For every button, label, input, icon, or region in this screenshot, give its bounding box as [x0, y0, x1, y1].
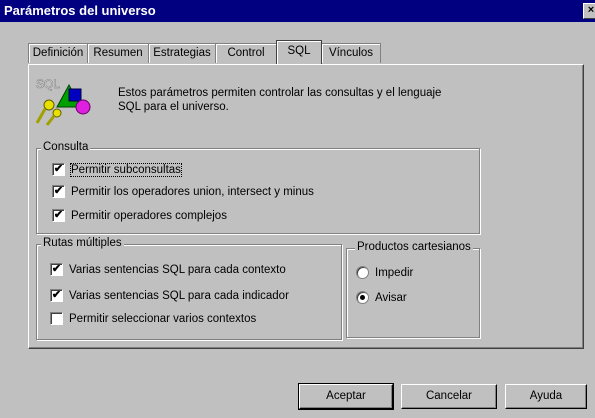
intro-text: Estos parámetros permiten controlar las …: [118, 86, 498, 114]
permitir-operadores-complejos-checkbox[interactable]: ✔ Permitir operadores complejos: [52, 209, 227, 222]
window-title: Parámetros del universo: [4, 3, 156, 18]
tab-control[interactable]: Control: [215, 43, 277, 63]
checkbox-box[interactable]: ✔: [52, 209, 65, 222]
intro-line-1: Estos parámetros permiten controlar las …: [118, 87, 442, 99]
checkbox-box[interactable]: [50, 312, 63, 325]
avisar-label: Avisar: [375, 291, 407, 304]
sql-keys-icon: SQL: [35, 77, 91, 126]
dialog-window: Parámetros del universo × Definición Res…: [0, 0, 595, 418]
radio-circle[interactable]: [356, 266, 369, 279]
varias-sentencias-contexto-label: Varias sentencias SQL para cada contexto: [69, 263, 286, 276]
sql-icon-text: SQL: [36, 77, 60, 91]
close-icon[interactable]: ×: [583, 3, 595, 19]
permitir-operadores-union-label: Permitir los operadores union, intersect…: [71, 185, 314, 198]
checkbox-box[interactable]: ✔: [50, 289, 63, 302]
checkbox-box[interactable]: ✔: [52, 163, 65, 176]
ayuda-button[interactable]: Ayuda: [505, 384, 587, 409]
rutas-multiples-group-label: Rutas múltiples: [41, 237, 124, 249]
permitir-subconsultas-checkbox[interactable]: ✔ Permitir subconsultas: [52, 162, 182, 177]
cancelar-button[interactable]: Cancelar: [401, 384, 497, 409]
radio-dot: [360, 295, 365, 300]
tab-vinculos[interactable]: Vínculos: [321, 43, 381, 63]
impedir-radio[interactable]: Impedir: [356, 266, 413, 279]
consulta-group-label: Consulta: [41, 141, 91, 153]
checkbox-box[interactable]: ✔: [52, 185, 65, 198]
avisar-radio[interactable]: Avisar: [356, 291, 407, 304]
aceptar-button[interactable]: Aceptar: [298, 383, 394, 410]
varias-sentencias-indicador-checkbox[interactable]: ✔ Varias sentencias SQL para cada indica…: [50, 289, 289, 302]
intro-line-2: SQL para el universo.: [118, 101, 229, 113]
productos-cartesianos-group-label: Productos cartesianos: [355, 241, 473, 253]
tab-resumen[interactable]: Resumen: [87, 43, 149, 63]
tab-sql[interactable]: SQL: [276, 40, 322, 64]
impedir-label: Impedir: [375, 266, 414, 279]
title-bar[interactable]: Parámetros del universo ×: [0, 0, 595, 22]
permitir-seleccionar-contextos-checkbox[interactable]: Permitir seleccionar varios contextos: [50, 312, 256, 325]
permitir-seleccionar-contextos-label: Permitir seleccionar varios contextos: [69, 312, 257, 325]
permitir-operadores-union-checkbox[interactable]: ✔ Permitir los operadores union, interse…: [52, 185, 314, 198]
tab-definicion[interactable]: Definición: [28, 43, 88, 63]
varias-sentencias-contexto-checkbox[interactable]: ✔ Varias sentencias SQL para cada contex…: [50, 263, 286, 276]
permitir-operadores-complejos-label: Permitir operadores complejos: [71, 209, 227, 222]
radio-circle[interactable]: [356, 291, 369, 304]
varias-sentencias-indicador-label: Varias sentencias SQL para cada indicado…: [69, 289, 289, 302]
tab-estrategias[interactable]: Estrategias: [148, 43, 216, 63]
checkbox-box[interactable]: ✔: [50, 263, 63, 276]
permitir-subconsultas-label: Permitir subconsultas: [70, 162, 182, 177]
